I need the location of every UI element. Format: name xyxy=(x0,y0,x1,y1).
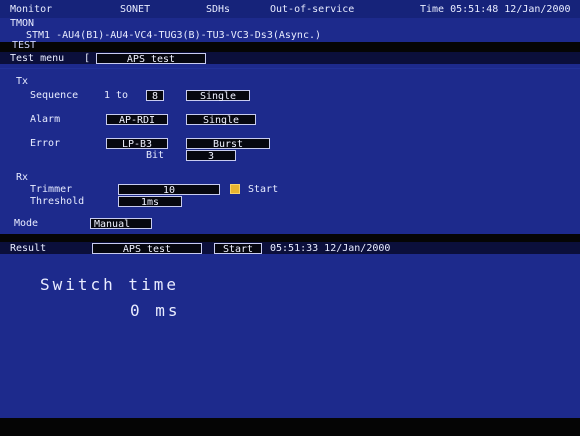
alarm-mode-field[interactable]: Single xyxy=(186,114,256,126)
mode-value-field[interactable]: Manual xyxy=(90,218,152,230)
switch-time-value: 0 ms xyxy=(130,301,181,320)
result-label: Result xyxy=(10,243,47,254)
result-test-field: APS test xyxy=(92,243,202,255)
sequence-range-text: 1 to xyxy=(104,90,129,101)
trimmer-label: Trimmer xyxy=(30,184,73,195)
tab-sonet[interactable]: SONET xyxy=(120,4,150,16)
alarm-label: Alarm xyxy=(30,114,61,125)
tab-sdhs[interactable]: SDHs xyxy=(206,4,230,16)
tab-out-of-service[interactable]: Out-of-service xyxy=(270,4,354,16)
sequence-mode-field[interactable]: Single xyxy=(186,90,250,102)
section-divider xyxy=(0,234,580,242)
rx-heading: Rx xyxy=(16,172,29,183)
result-timestamp: 05:51:33 12/Jan/2000 xyxy=(270,243,391,254)
mode-tag: TMON xyxy=(10,18,35,29)
header-black-bar xyxy=(0,42,580,52)
test-menu-label: Test menu xyxy=(10,53,65,64)
trimmer-value-field[interactable]: 10 xyxy=(118,184,220,196)
clock: Time 05:51:48 12/Jan/2000 xyxy=(420,4,571,15)
sequence-label: Sequence xyxy=(30,90,79,101)
threshold-value-field[interactable]: 1ms xyxy=(118,196,182,208)
alarm-type-field[interactable]: AP-RDI xyxy=(106,114,168,126)
mode-label: Mode xyxy=(14,218,39,229)
error-mode-field[interactable]: Burst xyxy=(186,138,270,150)
error-label: Error xyxy=(30,138,61,149)
bottom-bar xyxy=(0,418,580,436)
test-menu-bracket: [ xyxy=(84,53,91,64)
menu-divider xyxy=(0,68,580,69)
test-label: TEST xyxy=(12,40,37,51)
test-menu-value[interactable]: APS test xyxy=(96,53,206,65)
path-string: STM1 -AU4(B1)-AU4-VC4-TUG3(B)-TU3-VC3-Ds… xyxy=(26,30,322,41)
threshold-label: Threshold xyxy=(30,196,85,207)
tab-monitor[interactable]: Monitor xyxy=(10,4,52,16)
sequence-value-field[interactable]: 8 xyxy=(146,90,164,102)
start-label: Start xyxy=(248,184,279,195)
tx-heading: Tx xyxy=(16,76,29,87)
error-type-field[interactable]: LP-B3 xyxy=(106,138,168,150)
bit-label: Bit xyxy=(146,150,165,161)
start-checkbox[interactable] xyxy=(230,184,240,194)
switch-time-label: Switch time xyxy=(40,275,179,294)
result-start-field: Start xyxy=(214,243,262,255)
test-screen: Monitor SONET SDHs Out-of-service Time 0… xyxy=(0,0,580,436)
bit-value-field[interactable]: 3 xyxy=(186,150,236,162)
